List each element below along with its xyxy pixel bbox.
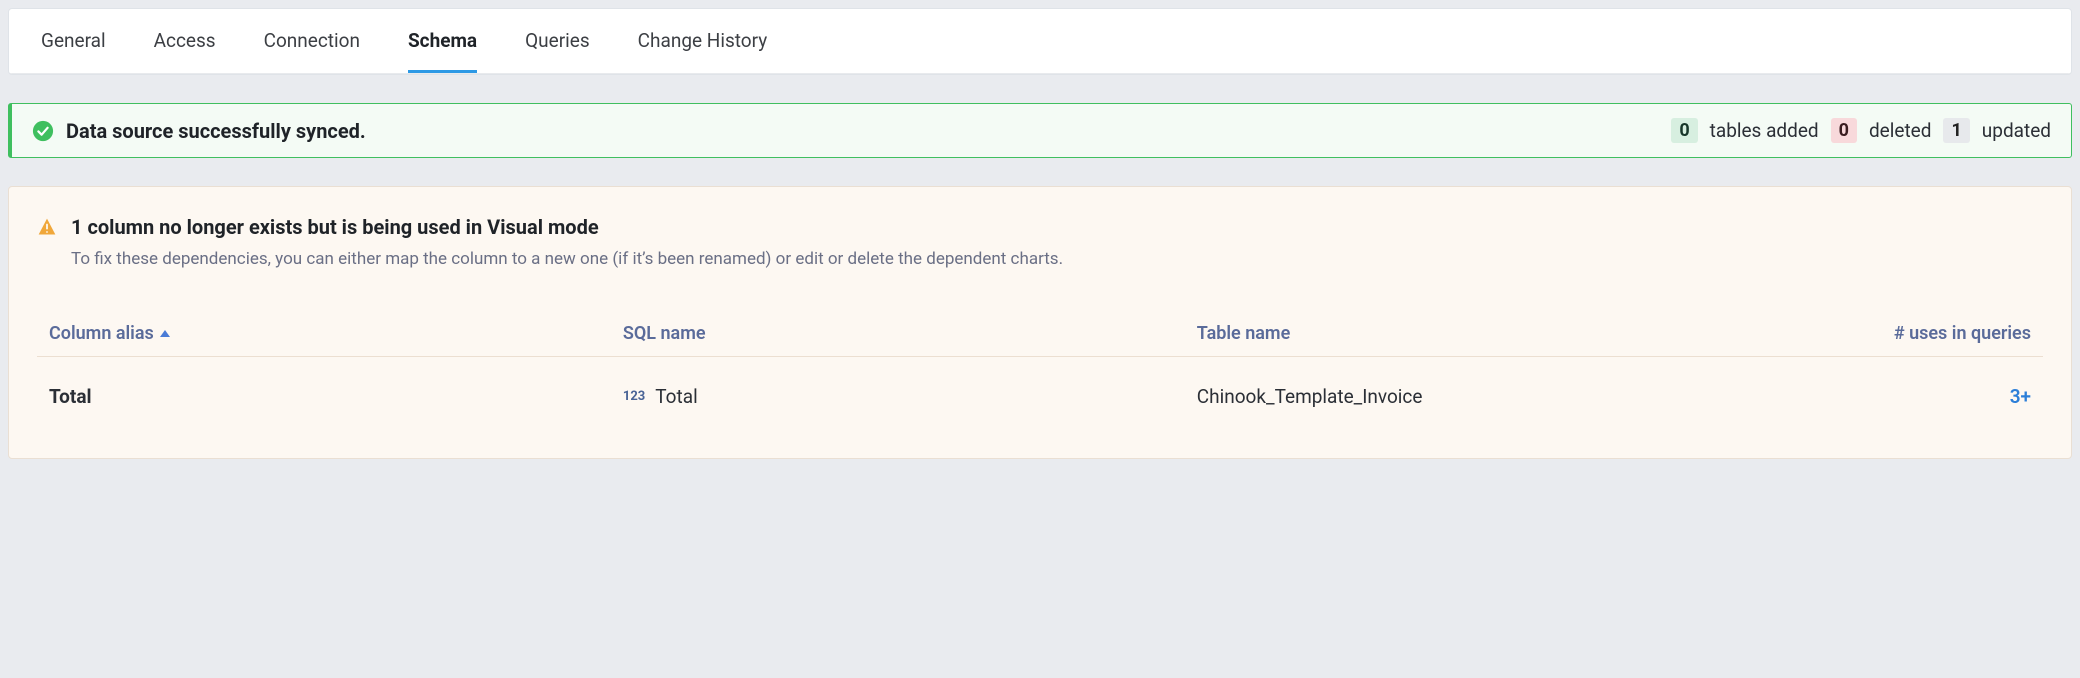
tab-access[interactable]: Access xyxy=(154,9,216,73)
sort-asc-icon xyxy=(160,330,170,337)
column-header-alias-label: Column alias xyxy=(49,323,154,344)
sync-stats: 0 tables added 0 deleted 1 updated xyxy=(1671,118,2051,143)
warning-subtitle: To fix these dependencies, you can eithe… xyxy=(71,247,2043,273)
uses-in-queries-link[interactable]: 3+ xyxy=(2010,385,2031,408)
table-header-row: Column alias SQL name Table name # uses … xyxy=(37,313,2043,357)
tables-added-label: tables added xyxy=(1710,119,1819,142)
warning-title: 1 column no longer exists but is being u… xyxy=(71,215,599,239)
numeric-type-icon: 123 xyxy=(623,389,645,404)
column-header-uses[interactable]: # uses in queries xyxy=(1771,323,2031,344)
sync-success-banner: Data source successfully synced. 0 table… xyxy=(8,103,2072,158)
check-circle-icon xyxy=(32,120,54,142)
cell-sql-name: 123 Total xyxy=(623,385,1181,408)
tables-deleted-label: deleted xyxy=(1869,119,1932,142)
column-header-alias[interactable]: Column alias xyxy=(49,323,607,344)
cell-sql-name-text: Total xyxy=(655,385,697,408)
tab-queries[interactable]: Queries xyxy=(525,9,590,73)
column-header-table-name-label: Table name xyxy=(1197,323,1291,344)
tab-connection[interactable]: Connection xyxy=(264,9,360,73)
column-header-table-name[interactable]: Table name xyxy=(1197,323,1755,344)
missing-columns-table: Column alias SQL name Table name # uses … xyxy=(37,313,2043,418)
tab-general[interactable]: General xyxy=(41,9,106,73)
sync-success-message: Data source successfully synced. xyxy=(66,119,366,143)
tables-deleted-count: 0 xyxy=(1831,118,1857,143)
table-row: Total 123 Total Chinook_Template_Invoice… xyxy=(37,357,2043,418)
missing-column-warning-card: 1 column no longer exists but is being u… xyxy=(8,186,2072,459)
column-header-uses-label: # uses in queries xyxy=(1894,323,2031,344)
cell-column-alias: Total xyxy=(49,385,607,408)
column-header-sql-name[interactable]: SQL name xyxy=(623,323,1181,344)
tables-added-count: 0 xyxy=(1671,118,1697,143)
column-header-sql-name-label: SQL name xyxy=(623,323,706,344)
tab-bar: General Access Connection Schema Queries… xyxy=(9,9,2071,74)
tables-updated-label: updated xyxy=(1982,119,2051,142)
tab-change-history[interactable]: Change History xyxy=(638,9,768,73)
warning-triangle-icon xyxy=(37,217,57,237)
tables-updated-count: 1 xyxy=(1943,118,1969,143)
tab-schema[interactable]: Schema xyxy=(408,9,477,73)
cell-table-name: Chinook_Template_Invoice xyxy=(1197,385,1755,408)
